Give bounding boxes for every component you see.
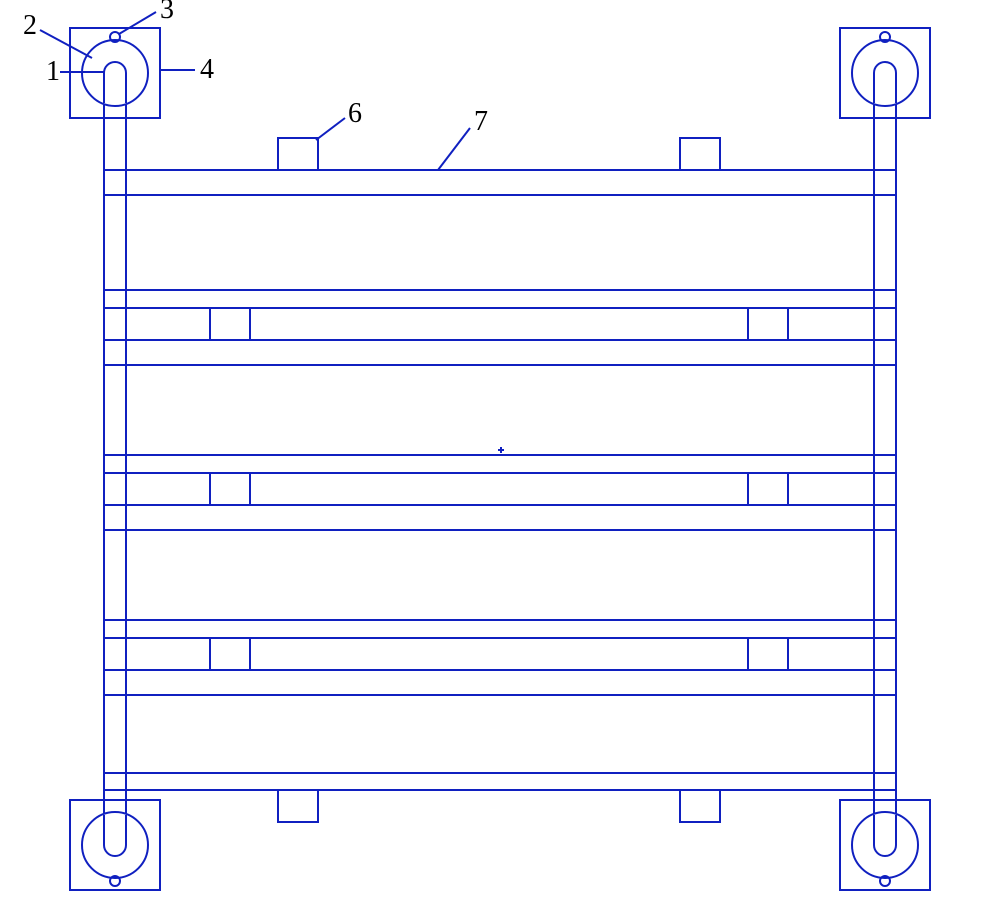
corner-pad-top-right xyxy=(840,28,930,118)
callout-1: 1 xyxy=(46,56,60,88)
spacer-block-top-right xyxy=(680,138,720,170)
callout-4: 4 xyxy=(200,54,214,86)
spacer-block-top-left xyxy=(278,138,318,170)
leader-7 xyxy=(438,128,470,170)
leader-2 xyxy=(40,30,92,58)
callout-2: 2 xyxy=(23,10,37,42)
leader-6 xyxy=(316,118,345,140)
callout-6: 6 xyxy=(348,98,362,130)
engineering-drawing xyxy=(0,0,1000,917)
leader-3 xyxy=(119,12,156,34)
corner-pad-bottom-right xyxy=(840,800,930,890)
corner-pad-bottom-left xyxy=(70,800,160,890)
callout-7: 7 xyxy=(474,106,488,138)
callout-3: 3 xyxy=(160,0,174,26)
